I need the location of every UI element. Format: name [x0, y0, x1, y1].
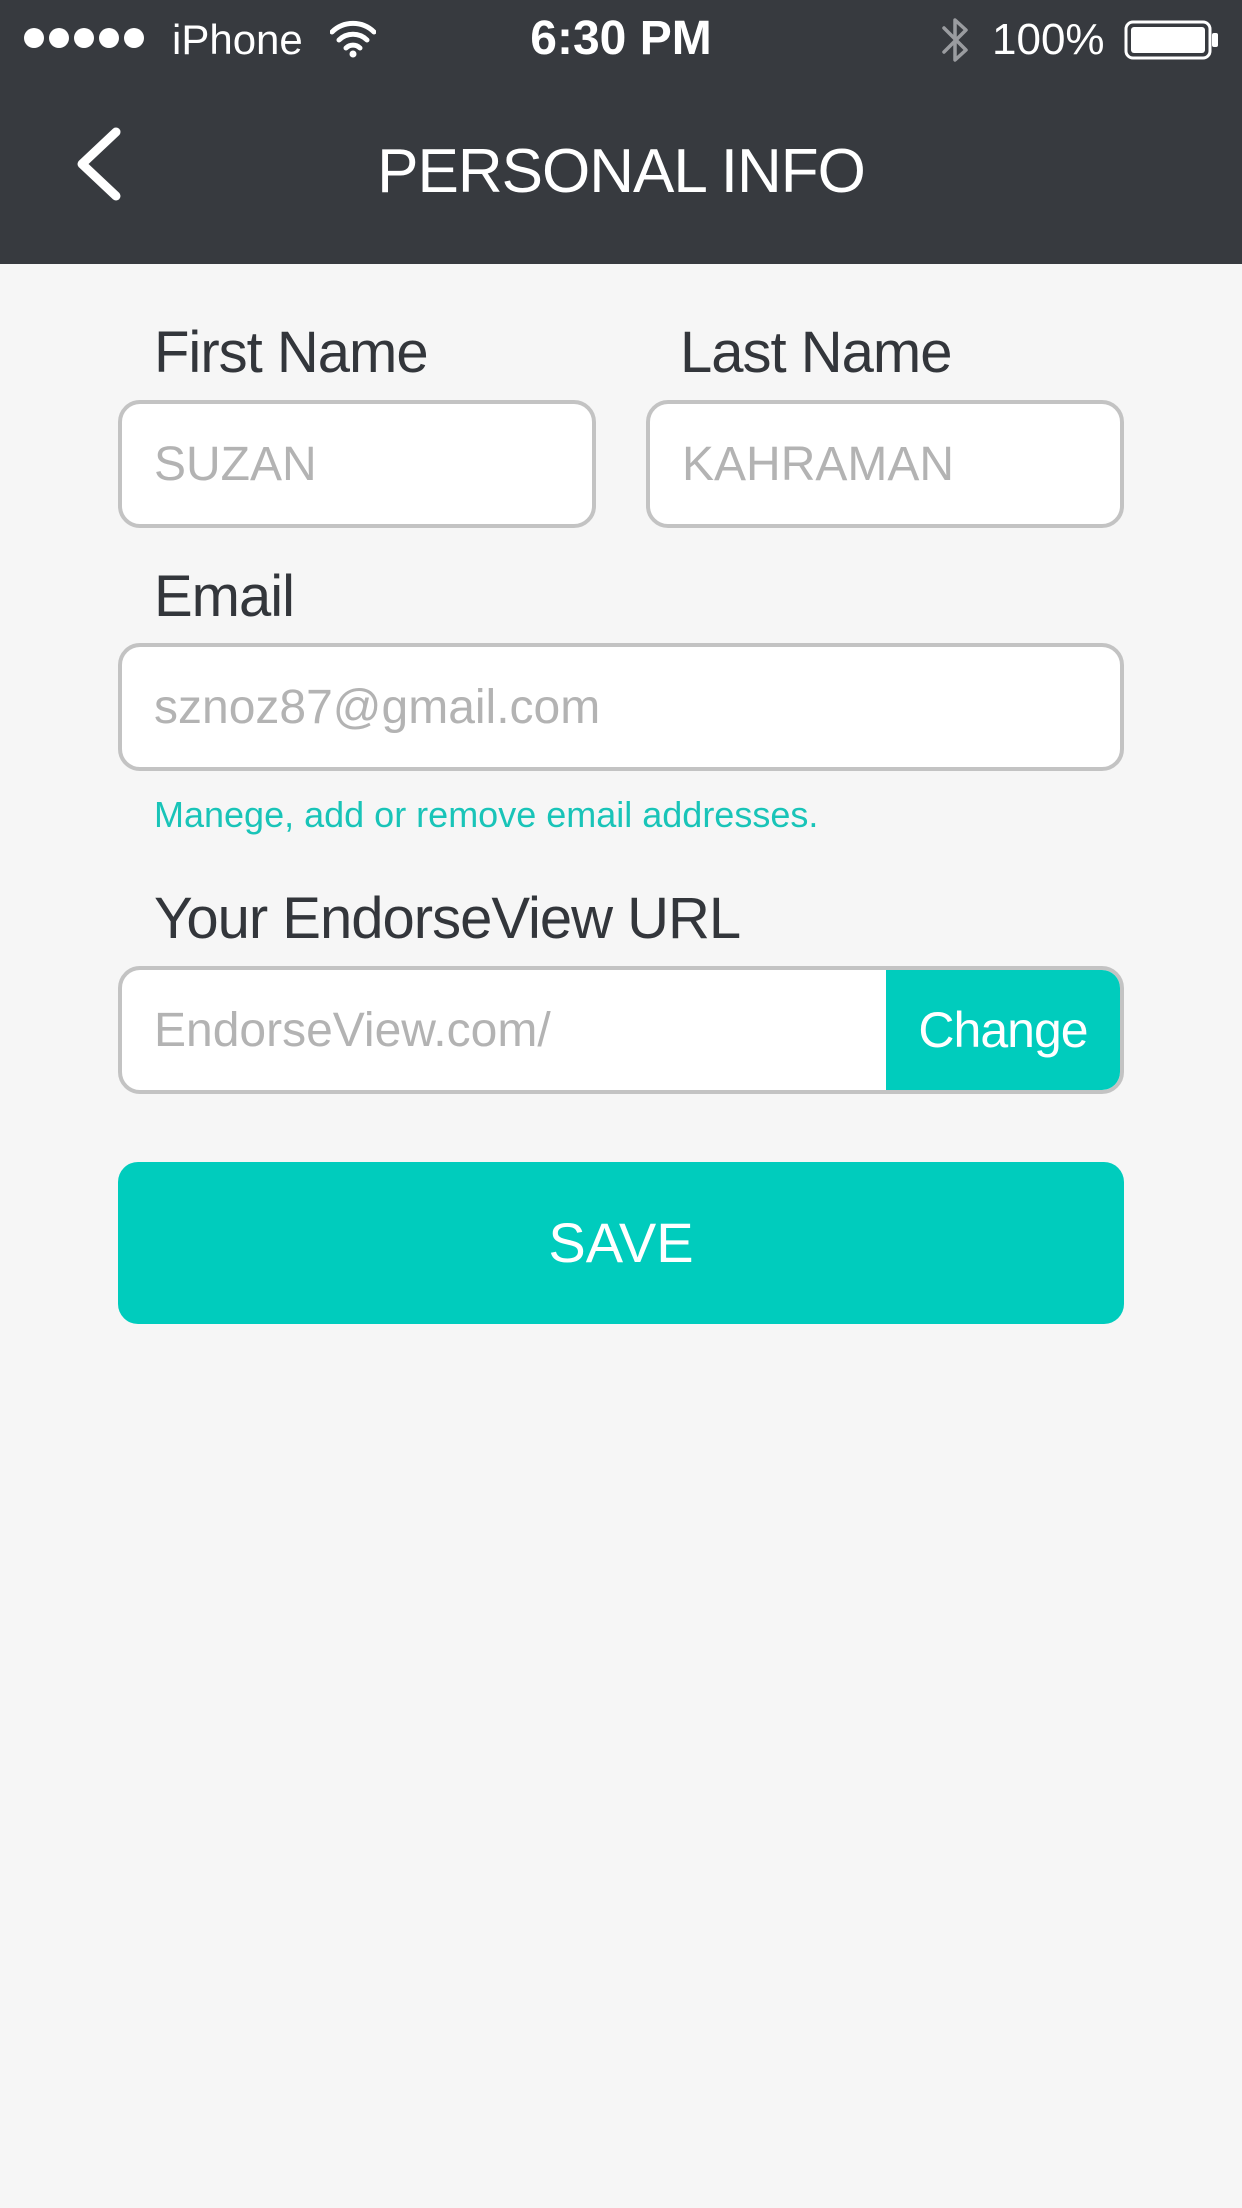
bluetooth-icon	[942, 18, 968, 62]
last-name-label: Last Name	[680, 320, 952, 385]
header: iPhone 6:30 PM 100% PERSONAL INFO	[0, 0, 1242, 264]
status-bar: iPhone 6:30 PM 100%	[0, 0, 1242, 80]
url-field-group: Change	[118, 966, 1124, 1094]
email-label: Email	[154, 564, 295, 629]
url-label: Your EndorseView URL	[154, 886, 741, 951]
last-name-input[interactable]	[646, 400, 1124, 528]
nav-bar: PERSONAL INFO	[0, 80, 1242, 264]
email-input[interactable]	[118, 643, 1124, 771]
first-name-input[interactable]	[118, 400, 596, 528]
page-title: PERSONAL INFO	[377, 137, 866, 206]
first-name-label: First Name	[154, 320, 429, 385]
battery-percentage: 100%	[992, 15, 1105, 64]
change-url-button[interactable]: Change	[886, 970, 1120, 1090]
manage-emails-link[interactable]: Manege, add or remove email addresses.	[154, 790, 818, 840]
url-input[interactable]	[122, 970, 886, 1090]
save-button[interactable]: SAVE	[118, 1162, 1124, 1324]
battery-icon	[1124, 20, 1218, 60]
